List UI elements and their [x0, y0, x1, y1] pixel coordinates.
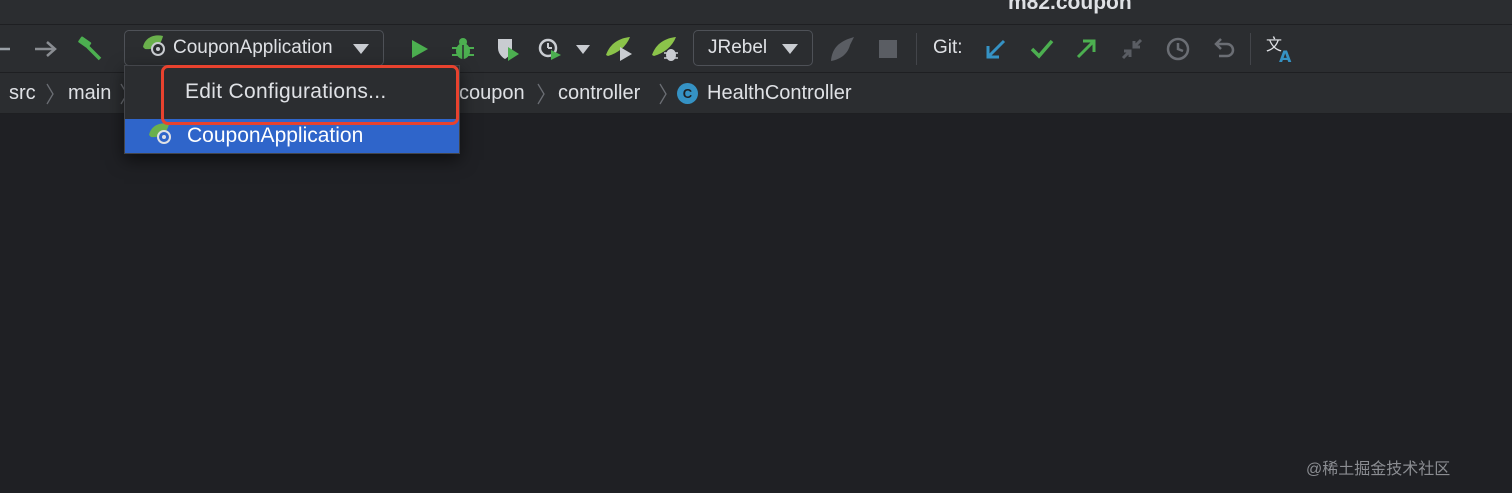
- chevron-right-icon: [46, 83, 54, 111]
- chevron-right-icon: [537, 83, 545, 111]
- jrebel-label: JRebel: [708, 37, 768, 58]
- jrebel-debug-icon[interactable]: [650, 35, 680, 63]
- breadcrumb-item-healthcontroller[interactable]: HealthController: [707, 82, 852, 105]
- watermark: @稀土掘金技术社区: [1306, 461, 1451, 478]
- chevron-down-icon[interactable]: [574, 35, 592, 63]
- breadcrumb-item-src[interactable]: src: [9, 82, 36, 105]
- git-commit-icon[interactable]: [1028, 35, 1056, 63]
- build-hammer-icon[interactable]: [76, 35, 104, 63]
- menu-item-couponapplication[interactable]: CouponApplication: [125, 119, 459, 153]
- run-configuration-dropdown: Edit Configurations... CouponApplication: [124, 65, 460, 154]
- editor-area[interactable]: [0, 114, 1512, 493]
- toolbar-separator: [916, 33, 917, 65]
- git-rollback-icon[interactable]: [1210, 35, 1238, 63]
- breadcrumb-item-main[interactable]: main: [68, 82, 111, 105]
- jrebel-run-icon[interactable]: [604, 35, 634, 63]
- git-update-icon[interactable]: [982, 35, 1010, 63]
- chevron-down-icon: [353, 37, 369, 60]
- back-arrow-icon[interactable]: [0, 35, 12, 63]
- git-push-icon[interactable]: [1072, 35, 1100, 63]
- forward-arrow-icon[interactable]: [32, 35, 60, 63]
- profile-icon[interactable]: [536, 35, 564, 63]
- git-merge-icon[interactable]: [1118, 35, 1146, 63]
- window-title: m82.coupon: [1008, 0, 1132, 14]
- class-icon: C: [677, 83, 698, 104]
- run-configuration-label: CouponApplication: [173, 37, 333, 58]
- translate-icon[interactable]: 文A: [1264, 35, 1296, 63]
- spring-boot-icon: [147, 121, 173, 151]
- menu-item-label: Edit Configurations...: [185, 80, 387, 103]
- breadcrumb-item-coupon[interactable]: coupon: [459, 82, 525, 105]
- menu-item-label: CouponApplication: [187, 124, 364, 147]
- run-icon[interactable]: [406, 35, 432, 63]
- debug-icon[interactable]: [450, 35, 476, 63]
- svg-text:A: A: [1279, 47, 1292, 63]
- title-bar: m82.coupon: [0, 0, 1512, 25]
- stop-icon[interactable]: [876, 35, 900, 63]
- menu-item-edit-configurations[interactable]: Edit Configurations...: [125, 66, 459, 118]
- spring-boot-icon: [141, 33, 167, 63]
- git-label: Git:: [933, 37, 963, 58]
- chevron-down-icon: [782, 37, 798, 60]
- attach-icon[interactable]: [828, 35, 858, 63]
- jrebel-selector[interactable]: JRebel: [693, 30, 813, 66]
- run-configuration-selector[interactable]: CouponApplication: [124, 30, 384, 66]
- toolbar-separator: [1250, 33, 1251, 65]
- coverage-icon[interactable]: [494, 35, 522, 63]
- chevron-right-icon: [659, 83, 667, 111]
- breadcrumb-item-controller[interactable]: controller: [558, 82, 640, 105]
- git-history-icon[interactable]: [1164, 35, 1192, 63]
